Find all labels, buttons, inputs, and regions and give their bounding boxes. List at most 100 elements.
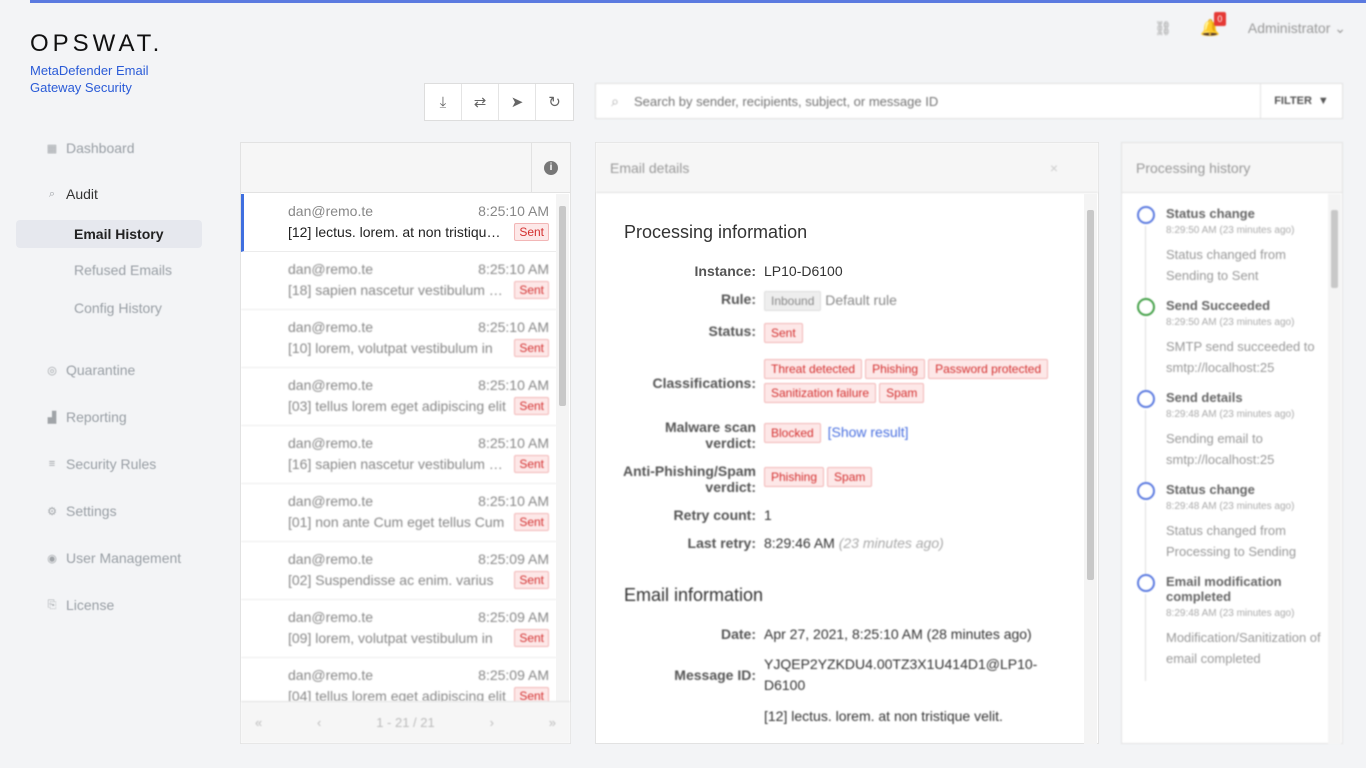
timeline-time: 8:29:48 AM (23 minutes ago) — [1166, 501, 1295, 512]
chart-icon: ▟ — [47, 411, 57, 424]
details-blurred-fields: Rule: Inbound Default rule Status: Sent Cl… — [596, 291, 1086, 724]
time: 8:25:10 AM — [478, 493, 549, 509]
filter-button[interactable]: FILTER ▼ — [1260, 84, 1342, 118]
prev-page-icon[interactable]: ‹ — [317, 715, 321, 730]
sidebar-item-reporting[interactable]: ▟ Reporting — [0, 399, 220, 435]
status-badge: Sent — [514, 281, 549, 299]
close-icon[interactable]: × — [1050, 160, 1058, 176]
list-item[interactable]: dan@remo.te 8:25:10 AM [10] lorem, volutp… — [241, 310, 557, 368]
subject: [04] tellus lorem eget adipiscing elit — [288, 688, 506, 702]
timeline-item: Email modification completed 8:29:48 AM (… — [1122, 562, 1330, 681]
sender: dan@remo.te — [288, 319, 374, 335]
email-list-scrollbar[interactable] — [556, 194, 569, 702]
users-icon: ◉ — [47, 552, 57, 565]
unlink-icon[interactable]: ⛓ — [1154, 20, 1172, 37]
field-value: YJQEP2YZKDU4.00TZ3X1U414D1@LP10- — [764, 656, 1038, 672]
sidebar-item-license[interactable]: ⎘ License — [0, 587, 220, 623]
product-name: MetaDefender Email Gateway Security — [30, 62, 163, 96]
list-item[interactable]: dan@remo.te 8:25:10 AM [12] lectus. lorem… — [241, 194, 557, 252]
antiphish-tag: Spam — [827, 467, 873, 487]
timeline-connector — [1145, 594, 1146, 681]
scrollbar-thumb[interactable] — [1087, 210, 1094, 580]
retry-row: Retry count: 1 — [596, 507, 1086, 523]
sidebar-item-label: Security Rules — [66, 456, 157, 472]
timeline-desc: Status changed from Sending to Sent — [1166, 247, 1286, 283]
time: 8:25:10 AM — [478, 319, 549, 335]
sender: dan@remo.te — [288, 377, 374, 393]
subject: [12] lectus. lorem. at non tristique vel… — [288, 224, 508, 240]
subject: [09] lorem, volutpat vestibulum in — [288, 630, 493, 646]
subject: [01] non ante Cum eget tellus Cum — [288, 514, 505, 530]
classification-tag: Phishing — [865, 359, 926, 379]
field-value: 8:29:46 AM — [764, 535, 835, 551]
opswat-logo: OPSWAT. — [30, 30, 164, 57]
chevron-down-icon: ⌄ — [1334, 19, 1346, 36]
first-page-icon[interactable]: « — [255, 715, 262, 730]
timeline-time: 8:29:50 AM (23 minutes ago) — [1166, 317, 1295, 328]
bell-icon[interactable]: 🔔 0 — [1200, 12, 1226, 38]
list-item[interactable]: dan@remo.te 8:25:10 AM [16] sapien nascet… — [241, 426, 557, 484]
next-page-icon[interactable]: › — [490, 715, 494, 730]
sidebar-item-email-history[interactable]: Email History — [16, 220, 202, 248]
download-button[interactable]: ⤓ — [425, 84, 462, 120]
timeline-item: Status change 8:29:50 AM (23 minutes ago)… — [1122, 194, 1330, 298]
reprocess-button[interactable]: ⇄ — [462, 84, 499, 120]
sidebar-item-dashboard[interactable]: ▦ Dashboard — [0, 130, 220, 166]
sender: dan@remo.te — [288, 261, 374, 277]
list-item[interactable]: dan@remo.te 8:25:09 AM [09] lorem, volutp… — [241, 600, 557, 658]
search-icon: ⌕ — [611, 92, 619, 109]
scrollbar-thumb[interactable] — [1331, 210, 1338, 288]
relative-time: (23 minutes ago) — [838, 535, 944, 551]
user-menu[interactable]: Administrator ⌄ — [1248, 20, 1346, 37]
sidebar-item-quarantine[interactable]: ◎ Quarantine — [0, 352, 220, 388]
list-item[interactable]: dan@remo.te 8:25:10 AM [01] non ante Cum … — [241, 484, 557, 542]
sidebar-item-label: License — [66, 597, 115, 613]
timeline-dot — [1137, 574, 1155, 592]
sidebar-item-settings[interactable]: ⚙ Settings — [0, 493, 220, 529]
field-value: [12] lectus. lorem. at non tristique vel… — [764, 708, 1003, 724]
search-bar: ⌕ FILTER ▼ — [595, 83, 1343, 119]
user-name: Administrator — [1247, 19, 1331, 36]
scrollbar-thumb[interactable] — [559, 206, 566, 406]
time: 8:25:09 AM — [478, 667, 549, 683]
last-page-icon[interactable]: » — [549, 715, 556, 730]
show-result-link[interactable]: [Show result] — [828, 424, 909, 440]
send-button[interactable]: ➤ — [499, 84, 536, 120]
sender: dan@remo.te — [288, 203, 374, 219]
field-label: Instance: — [694, 263, 756, 279]
sidebar-item-refused-emails[interactable]: Refused Emails — [0, 252, 220, 288]
sidebar-item-label: Settings — [66, 503, 117, 519]
refresh-button[interactable]: ↻ — [536, 84, 573, 120]
details-scrollbar[interactable] — [1084, 194, 1097, 744]
sidebar-item-config-history[interactable]: Config History — [0, 290, 220, 326]
sender: dan@remo.te — [288, 435, 374, 451]
info-icon[interactable]: i — [544, 160, 558, 175]
sidebar-item-user-management[interactable]: ◉ User Management — [0, 540, 220, 576]
field-label: Malware scan verdict: — [596, 419, 764, 451]
status-badge: Sent — [514, 571, 549, 589]
sidebar-item-label: Config History — [74, 300, 162, 316]
list-item[interactable]: dan@remo.te 8:25:09 AM [02] Suspendisse a… — [241, 542, 557, 600]
brand: OPSWAT. MetaDefender Email Gateway Secur… — [30, 30, 163, 96]
sidebar-item-security-rules[interactable]: ≡ Security Rules — [0, 446, 220, 482]
sidebar-item-audit[interactable]: ⌕ Audit — [0, 176, 220, 212]
status-badge: Sent — [764, 323, 803, 343]
timeline-title: Send details — [1166, 390, 1243, 405]
sidebar-item-label: Audit — [66, 186, 98, 202]
message-id-row: Message ID: YJQEP2YZKDU4.00TZ3X1U414D1@LP… — [596, 654, 1086, 696]
history-scrollbar[interactable] — [1328, 194, 1341, 744]
license-icon: ⎘ — [47, 598, 57, 611]
list-item[interactable]: dan@remo.te 8:25:10 AM [18] sapien nascet… — [241, 252, 557, 310]
search-input[interactable] — [634, 84, 1260, 118]
timeline-item: Send details 8:29:48 AM (23 minutes ago) S… — [1122, 378, 1330, 482]
subject-row: [12] lectus. lorem. at non tristique vel… — [596, 708, 1086, 724]
list-item[interactable]: dan@remo.te 8:25:10 AM [03] tellus lorem … — [241, 368, 557, 426]
download-icon: ⤓ — [439, 93, 447, 111]
field-label: Message ID: — [674, 667, 756, 683]
timeline-desc: Status changed from Processing to Sendin… — [1166, 523, 1297, 559]
list-item[interactable]: dan@remo.te 8:25:09 AM [04] tellus lorem … — [241, 658, 557, 702]
timeline-item: Status change 8:29:48 AM (23 minutes ago)… — [1122, 470, 1330, 574]
sidebar-item-label: Refused Emails — [74, 262, 173, 278]
status-badge: Sent — [514, 629, 549, 647]
funnel-icon: ▼ — [1317, 95, 1329, 107]
